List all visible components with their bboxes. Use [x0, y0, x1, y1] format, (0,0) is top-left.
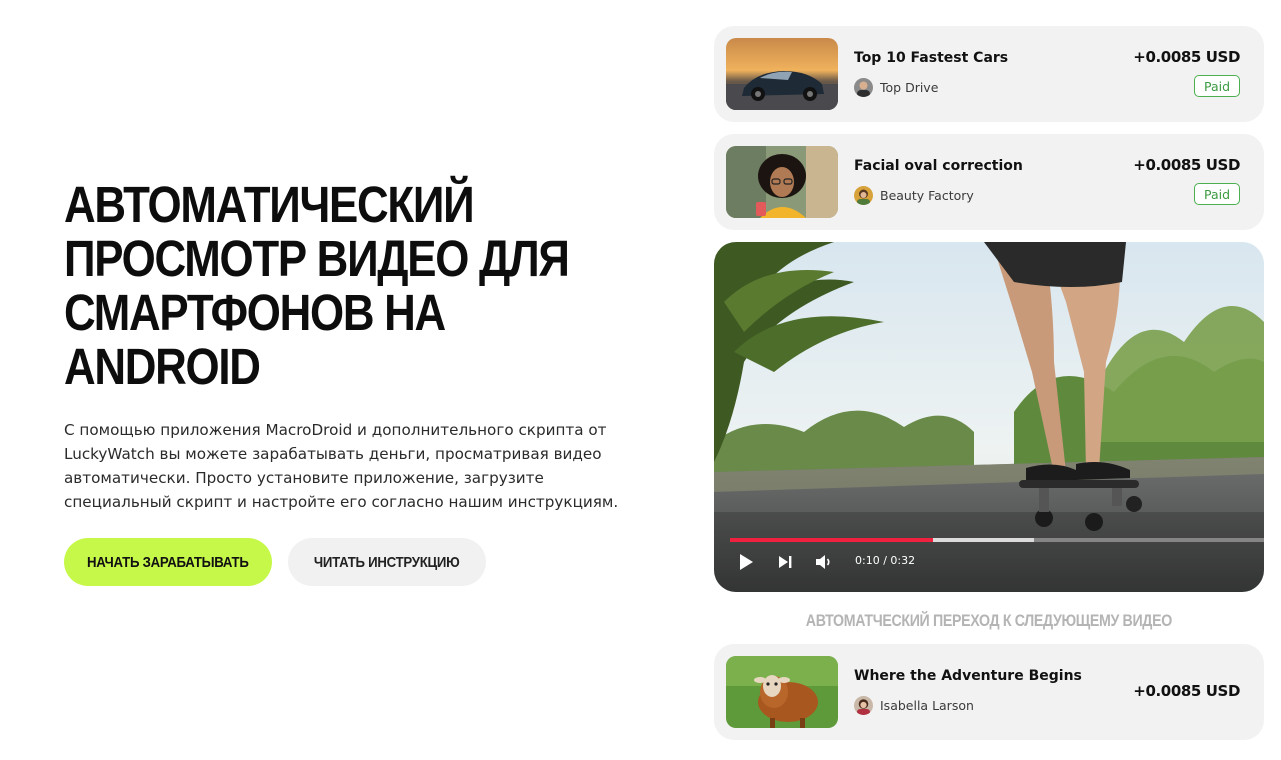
start-earning-label: НАЧАТЬ ЗАРАБАТЫВАТЬ [87, 553, 249, 571]
video-card[interactable]: Top 10 Fastest Cars Top Drive +0.0085 US… [714, 26, 1264, 122]
paid-badge: Paid [1194, 183, 1240, 205]
author-name: Beauty Factory [880, 188, 974, 203]
hero-description: С помощью приложения MacroDroid и дополн… [64, 421, 619, 511]
author-avatar [854, 696, 873, 715]
volume-icon[interactable] [813, 551, 835, 573]
woman-portrait-thumbnail [726, 146, 838, 218]
video-author: Beauty Factory [854, 186, 974, 205]
hero-section: АВТОМАТИЧЕСКИЙ ПРОСМОТР ВИДЕО ДЛЯ СМАРТФ… [64, 178, 664, 586]
video-player[interactable]: 0:10 / 0:32 [714, 242, 1264, 592]
hero-buttons: НАЧАТЬ ЗАРАБАТЫВАТЬ ЧИТАТЬ ИНСТРУКЦИЮ [64, 538, 664, 586]
play-icon[interactable] [735, 551, 757, 573]
progress-bar[interactable] [730, 538, 1264, 542]
time-display: 0:10 / 0:32 [855, 554, 916, 567]
author-avatar [854, 186, 873, 205]
auto-next-text: АВТОМАТЧЕСКИЙ ПЕРЕХОД К СЛЕДУЮЩЕМУ ВИДЕО [805, 612, 1173, 630]
author-name: Top Drive [880, 80, 939, 95]
video-title[interactable]: Facial oval correction [854, 158, 1023, 174]
video-author: Top Drive [854, 78, 938, 97]
author-avatar [854, 78, 873, 97]
video-title[interactable]: Top 10 Fastest Cars [854, 50, 1008, 66]
author-name: Isabella Larson [880, 698, 974, 713]
next-icon[interactable] [774, 551, 796, 573]
read-instructions-button[interactable]: ЧИТАТЬ ИНСТРУКЦИЮ [288, 538, 486, 586]
sheep-thumbnail [726, 656, 838, 728]
start-earning-button[interactable]: НАЧАТЬ ЗАРАБАТЫВАТЬ [64, 538, 272, 586]
auto-next-label: АВТОМАТЧЕСКИЙ ПЕРЕХОД К СЛЕДУЮЩЕМУ ВИДЕО [714, 612, 1264, 631]
reward-amount: +0.0085 USD [1133, 156, 1240, 174]
sports-car-thumbnail [726, 38, 838, 110]
reward-amount: +0.0085 USD [1133, 682, 1240, 700]
video-title[interactable]: Where the Adventure Begins [854, 668, 1082, 684]
paid-badge: Paid [1194, 75, 1240, 97]
hero-title: АВТОМАТИЧЕСКИЙ ПРОСМОТР ВИДЕО ДЛЯ СМАРТФ… [64, 176, 570, 395]
read-instructions-label: ЧИТАТЬ ИНСТРУКЦИЮ [314, 553, 460, 571]
video-card[interactable]: Where the Adventure Begins Isabella Lars… [714, 644, 1264, 740]
reward-amount: +0.0085 USD [1133, 48, 1240, 66]
video-author: Isabella Larson [854, 696, 974, 715]
video-card[interactable]: Facial oval correction Beauty Factory +0… [714, 134, 1264, 230]
progress-fill [730, 538, 933, 542]
